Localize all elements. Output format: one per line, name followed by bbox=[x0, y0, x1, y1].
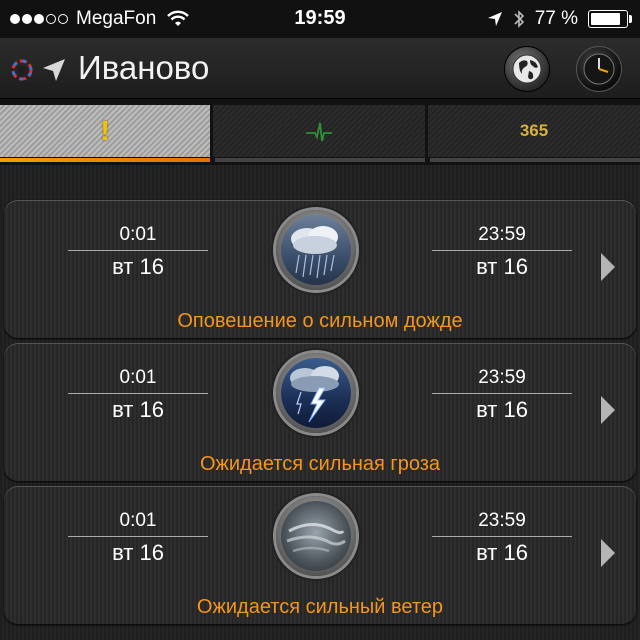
end-day: вт 16 bbox=[476, 540, 528, 565]
chevron-right-icon[interactable] bbox=[601, 539, 615, 567]
tab-indicator bbox=[215, 158, 425, 162]
alert-end: 23:59 вт 16 bbox=[432, 510, 572, 566]
tab-365-label: 365 bbox=[519, 121, 549, 140]
tab-indicator bbox=[430, 158, 640, 162]
status-right: 77 % bbox=[487, 8, 632, 30]
battery-icon bbox=[588, 10, 632, 28]
tab-alerts-label: ! bbox=[100, 115, 110, 146]
settings-gear-icon[interactable] bbox=[8, 56, 36, 84]
alert-end: 23:59 вт 16 bbox=[432, 367, 572, 423]
battery-level bbox=[591, 13, 621, 25]
end-time: 23:59 bbox=[478, 224, 526, 245]
location-arrow-icon bbox=[487, 12, 502, 26]
thunderstorm-icon bbox=[276, 353, 356, 433]
battery-percent: 77 % bbox=[534, 8, 578, 29]
clock-button[interactable] bbox=[576, 46, 622, 92]
tab-pulse[interactable] bbox=[213, 105, 425, 157]
alert-end: 23:59 вт 16 bbox=[432, 224, 572, 280]
alert-start: 0:01 вт 16 bbox=[68, 367, 208, 423]
clock-icon bbox=[583, 53, 615, 85]
tab-365[interactable]: 365 bbox=[428, 105, 640, 157]
chevron-right-icon[interactable] bbox=[601, 396, 615, 424]
start-time: 0:01 bbox=[119, 367, 157, 388]
chevron-right-icon[interactable] bbox=[601, 253, 615, 281]
alerts-list: 0:01 вт 16 23:59 вт 16 Оповешение о силь… bbox=[0, 165, 640, 640]
tab-bar: ! 365 bbox=[0, 99, 640, 165]
start-day: вт 16 bbox=[112, 540, 164, 565]
alert-start: 0:01 вт 16 bbox=[68, 510, 208, 566]
strong-wind-icon bbox=[276, 496, 356, 576]
alert-card[interactable]: 0:01 вт 16 23:59 вт 16 Оповешение о силь… bbox=[4, 200, 636, 338]
alert-message: Ожидается сильная гроза bbox=[199, 453, 441, 475]
app-header: Иваново bbox=[0, 38, 640, 99]
end-day: вт 16 bbox=[476, 254, 528, 279]
location-arrow-icon[interactable] bbox=[40, 56, 68, 84]
city-title: Иваново bbox=[78, 49, 210, 86]
tab-alerts[interactable]: ! bbox=[0, 105, 210, 157]
start-time: 0:01 bbox=[119, 224, 157, 245]
heavy-rain-icon bbox=[276, 210, 356, 290]
start-day: вт 16 bbox=[112, 254, 164, 279]
alert-card[interactable]: 0:01 вт 16 23:59 вт 16 Ожидается сильный… bbox=[4, 486, 636, 624]
end-time: 23:59 bbox=[478, 510, 526, 531]
alert-start: 0:01 вт 16 bbox=[68, 224, 208, 280]
pulse-icon bbox=[306, 122, 332, 142]
tab-indicator-active bbox=[0, 158, 210, 162]
globe-icon bbox=[512, 54, 542, 84]
alert-message: Оповешение о сильном дожде bbox=[177, 310, 463, 332]
bluetooth-icon bbox=[514, 10, 524, 28]
end-time: 23:59 bbox=[478, 367, 526, 388]
status-bar: MegaFon 19:59 77 % bbox=[0, 0, 640, 38]
globe-button[interactable] bbox=[504, 46, 550, 92]
alert-message: Ожидается сильный ветер bbox=[196, 596, 444, 618]
start-time: 0:01 bbox=[119, 510, 157, 531]
alert-card[interactable]: 0:01 вт 16 23:59 вт 16 Ожидается сильная… bbox=[4, 343, 636, 481]
end-day: вт 16 bbox=[476, 397, 528, 422]
start-day: вт 16 bbox=[112, 397, 164, 422]
